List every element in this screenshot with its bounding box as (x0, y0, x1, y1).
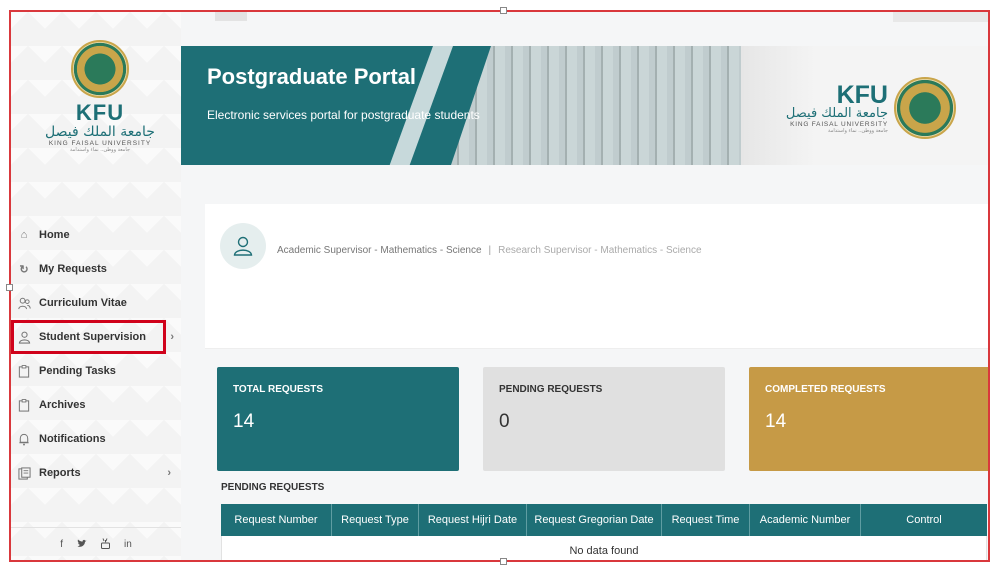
chevron-right-icon: › (170, 331, 174, 343)
avatar (220, 223, 266, 269)
banner-logo-english: KING FAISAL UNIVERSITY (790, 120, 888, 128)
pending-requests-table: Request Number Request Type Request Hijr… (221, 504, 987, 561)
menu-toggle[interactable] (215, 12, 247, 21)
sidebar-item-my-requests[interactable]: ↻ My Requests (11, 252, 181, 286)
completed-requests-card[interactable]: COMPLETED REQUESTS 14 (749, 367, 990, 471)
banner-logo-tagline: جامعة ووطن.. نماء واستدامة (828, 127, 888, 134)
clipboard-icon (17, 364, 31, 378)
social-links: f in (11, 527, 181, 561)
card-value: 14 (233, 411, 255, 432)
university-seal-icon (71, 40, 129, 98)
user-menu[interactable] (893, 12, 990, 22)
resize-handle[interactable] (500, 558, 507, 565)
sidebar-item-archives[interactable]: Archives (11, 388, 181, 422)
logo-short-name: KFU (75, 100, 125, 125)
youtube-icon[interactable] (100, 537, 110, 552)
logo-english-name: KING FAISAL UNIVERSITY (48, 140, 152, 147)
role-separator: | (488, 245, 492, 256)
sidebar-item-label: Curriculum Vitae (39, 297, 127, 309)
sidebar-item-label: Notifications (39, 433, 106, 445)
clipboard-icon (17, 398, 31, 412)
sidebar-item-pending-tasks[interactable]: Pending Tasks (11, 354, 181, 388)
column-header[interactable]: Control (861, 504, 987, 536)
sidebar-item-home[interactable]: ⌂ Home (11, 218, 181, 252)
role-research-supervisor: Research Supervisor - Mathematics - Scie… (498, 245, 702, 256)
card-title: COMPLETED REQUESTS (765, 384, 886, 395)
sidebar-item-label: Student Supervision (39, 331, 146, 343)
column-header[interactable]: Request Time (662, 504, 750, 536)
sidebar-item-label: Reports (39, 467, 81, 479)
portal-subtitle: Electronic services portal for postgradu… (207, 108, 480, 122)
users-icon (17, 296, 31, 310)
main-content: Postgraduate Portal Electronic services … (181, 12, 990, 561)
table-header: Request Number Request Type Request Hijr… (221, 504, 987, 536)
top-bar (181, 12, 990, 37)
twitter-icon[interactable] (77, 539, 87, 551)
banner-logo-arabic: جامعة الملك فيصل (785, 105, 888, 121)
chevron-right-icon: › (167, 467, 171, 479)
banner-logo-short: KFU (836, 80, 888, 109)
logo-arabic-name: جامعة الملك فيصل (45, 124, 155, 140)
column-header[interactable]: Request Gregorian Date (527, 504, 662, 536)
empty-message: No data found (569, 544, 639, 557)
pending-requests-card[interactable]: PENDING REQUESTS 0 (483, 367, 725, 471)
profile-card: Academic Supervisor - Mathematics - Scie… (205, 204, 990, 349)
column-header[interactable]: Request Number (221, 504, 332, 536)
table-empty-row: No data found (221, 536, 987, 561)
resize-handle[interactable] (6, 284, 13, 291)
portal-banner: Postgraduate Portal Electronic services … (181, 46, 990, 165)
sidebar-item-curriculum-vitae[interactable]: Curriculum Vitae (11, 286, 181, 320)
linkedin-icon[interactable]: in (124, 539, 132, 550)
sidebar-item-label: Archives (39, 399, 86, 411)
kfu-logo[interactable]: KFU جامعة الملك فيصل KING FAISAL UNIVERS… (45, 40, 155, 153)
banner-hall-image (451, 46, 751, 165)
role-academic-supervisor: Academic Supervisor - Mathematics - Scie… (277, 245, 482, 256)
sidebar-item-reports[interactable]: Reports › (11, 456, 181, 490)
sidebar-item-label: My Requests (39, 263, 107, 275)
facebook-icon[interactable]: f (60, 539, 63, 550)
sidebar-nav: ⌂ Home ↻ My Requests Curriculum Vitae St… (11, 218, 181, 490)
resize-handle[interactable] (500, 7, 507, 14)
home-icon: ⌂ (20, 229, 28, 241)
portal-title: Postgraduate Portal (207, 64, 417, 89)
user-icon (233, 236, 253, 256)
sidebar-item-label: Pending Tasks (39, 365, 116, 377)
column-header[interactable]: Request Type (332, 504, 419, 536)
user-icon (17, 330, 31, 344)
university-seal-icon (894, 77, 956, 139)
sidebar-item-notifications[interactable]: Notifications (11, 422, 181, 456)
sidebar-item-student-supervision[interactable]: Student Supervision › (11, 320, 174, 354)
column-header[interactable]: Request Hijri Date (419, 504, 527, 536)
card-value: 0 (499, 411, 510, 432)
document-icon (17, 466, 31, 480)
pending-requests-heading: PENDING REQUESTS (221, 482, 325, 493)
bell-icon (17, 432, 31, 446)
card-title: TOTAL REQUESTS (233, 384, 324, 395)
column-header[interactable]: Academic Number (750, 504, 861, 536)
sidebar: KFU جامعة الملك فيصل KING FAISAL UNIVERS… (11, 12, 181, 561)
sidebar-item-label: Home (39, 229, 70, 241)
banner-kfu-logo: KFU جامعة الملك فيصل KING FAISAL UNIVERS… (786, 77, 956, 139)
total-requests-card[interactable]: TOTAL REQUESTS 14 (217, 367, 459, 471)
card-value: 14 (765, 411, 787, 432)
user-roles: Academic Supervisor - Mathematics - Scie… (277, 245, 702, 256)
logo-tagline: جامعة ووطن.. نماء واستدامة (70, 147, 130, 153)
refresh-icon: ↻ (19, 263, 29, 276)
card-title: PENDING REQUESTS (499, 384, 603, 395)
